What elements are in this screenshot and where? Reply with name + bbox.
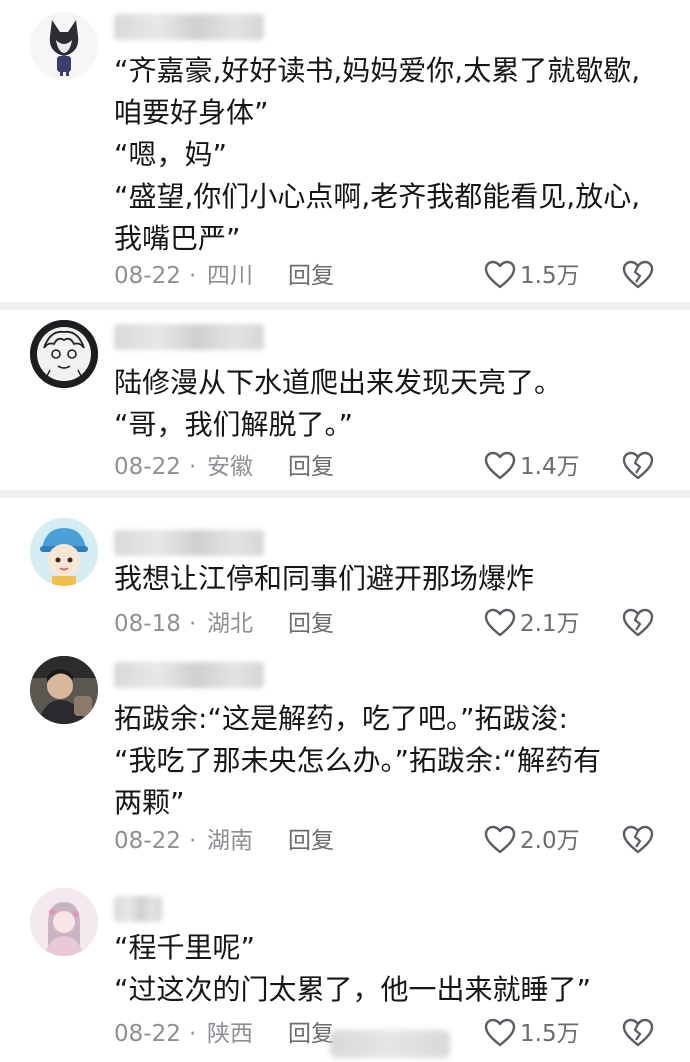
avatar[interactable] — [30, 656, 98, 724]
comment-item: 陆修漫从下水道爬出来发现天亮了。 “哥，我们解脱了。” 08-22 · 安徽 回… — [0, 310, 690, 490]
comment-location: 四川 — [207, 263, 253, 289]
meta-separator: · — [189, 263, 197, 289]
username[interactable] — [114, 324, 264, 350]
anime-sketch-avatar-icon — [30, 320, 98, 388]
comment-line: “齐嘉豪,好好读书,妈妈爱你,太累了就歇歇, — [114, 54, 641, 87]
username[interactable] — [114, 14, 264, 40]
like-count: 1.5万 — [520, 263, 580, 289]
comment-line: “程千里呢” — [114, 931, 256, 964]
blurred-watermark — [330, 1030, 450, 1058]
comment-location: 安徽 — [207, 454, 253, 480]
like-heart-icon[interactable] — [484, 608, 516, 638]
like-heart-icon[interactable] — [484, 260, 516, 290]
meta-separator: · — [189, 828, 197, 854]
comment-line: “哥，我们解脱了。” — [114, 408, 354, 441]
comment-text: “齐嘉豪,好好读书,妈妈爱你,太累了就歇歇, 咱要好身体” “嗯，妈” “盛望,… — [114, 50, 674, 260]
like-count: 1.5万 — [520, 1021, 580, 1047]
comment-meta: 08-18 · 湖北 回复 2.1万 — [114, 608, 674, 640]
comment-date: 08-22 — [114, 454, 181, 480]
comment-date: 08-22 — [114, 263, 181, 289]
comment-line: 我嘴巴严” — [114, 222, 241, 255]
dislike-broken-heart-icon[interactable] — [622, 451, 654, 481]
avatar[interactable] — [30, 320, 98, 388]
like-heart-icon[interactable] — [484, 825, 516, 855]
pink-girl-avatar-icon — [30, 888, 98, 956]
like-heart-icon[interactable] — [484, 451, 516, 481]
comment-location: 湖南 — [207, 828, 253, 854]
comment-line: 两颗” — [114, 786, 185, 819]
comment-line: 咱要好身体” — [114, 96, 269, 129]
comment-text: 拓跋余:“这是解药，吃了吧。”拓跋浚: “我吃了那未央怎么办。”拓跋余:“解药有… — [114, 698, 674, 824]
comment-item: “齐嘉豪,好好读书,妈妈爱你,太累了就歇歇, 咱要好身体” “嗯，妈” “盛望,… — [0, 0, 690, 300]
comment-meta: 08-22 · 四川 回复 1.5万 — [114, 260, 674, 292]
comment-feed: “齐嘉豪,好好读书,妈妈爱你,太累了就歇歇, 咱要好身体” “嗯，妈” “盛望,… — [0, 0, 690, 1062]
comment-item: 我想让江停和同事们避开那场爆炸 08-18 · 湖北 回复 2.1万 — [0, 498, 690, 648]
reply-button[interactable]: 回复 — [288, 451, 334, 483]
meta-separator: · — [189, 1021, 197, 1047]
dislike-broken-heart-icon[interactable] — [622, 825, 654, 855]
comment-line: “我吃了那未央怎么办。”拓跋余:“解药有 — [114, 744, 601, 777]
comment-text: 陆修漫从下水道爬出来发现天亮了。 “哥，我们解脱了。” — [114, 362, 674, 446]
separator — [0, 302, 690, 310]
avatar[interactable] — [30, 12, 98, 80]
avatar[interactable] — [30, 888, 98, 956]
comment-line: “嗯，妈” — [114, 138, 228, 171]
comment-line: 拓跋余:“这是解药，吃了吧。”拓跋浚: — [114, 702, 568, 735]
username[interactable] — [114, 662, 264, 688]
comment-date: 08-18 — [114, 611, 181, 637]
comment-text: “程千里呢” “过这次的门太累了，他一出来就睡了” — [114, 927, 674, 1011]
comment-line: “过这次的门太累了，他一出来就睡了” — [114, 973, 592, 1006]
comment-line: 我想让江停和同事们避开那场爆炸 — [114, 562, 535, 595]
cat-avatar-icon — [30, 12, 98, 80]
dislike-broken-heart-icon[interactable] — [622, 608, 654, 638]
comment-meta: 08-22 · 安徽 回复 1.4万 — [114, 451, 674, 483]
reply-button[interactable]: 回复 — [288, 825, 334, 857]
dislike-broken-heart-icon[interactable] — [622, 1018, 654, 1048]
comment-date: 08-22 — [114, 1021, 181, 1047]
comment-location: 陕西 — [207, 1021, 253, 1047]
comment-item: 拓跋余:“这是解药，吃了吧。”拓跋浚: “我吃了那未央怎么办。”拓跋余:“解药有… — [0, 648, 690, 870]
meta-separator: · — [189, 611, 197, 637]
comment-meta: 08-22 · 湖南 回复 2.0万 — [114, 825, 674, 857]
like-count: 1.4万 — [520, 454, 580, 480]
dislike-broken-heart-icon[interactable] — [622, 260, 654, 290]
username[interactable] — [114, 530, 264, 556]
meta-separator: · — [189, 454, 197, 480]
like-count: 2.0万 — [520, 828, 580, 854]
like-heart-icon[interactable] — [484, 1018, 516, 1048]
chibi-avatar-icon — [30, 518, 98, 586]
like-count: 2.1万 — [520, 611, 580, 637]
comment-line: 陆修漫从下水道爬出来发现天亮了。 — [114, 366, 563, 399]
username[interactable] — [114, 896, 162, 922]
comment-line: “盛望,你们小心点啊,老齐我都能看见,放心, — [114, 180, 641, 213]
avatar[interactable] — [30, 518, 98, 586]
photo-avatar-icon — [30, 656, 98, 724]
comment-date: 08-22 — [114, 828, 181, 854]
reply-button[interactable]: 回复 — [288, 608, 334, 640]
reply-button[interactable]: 回复 — [288, 260, 334, 292]
reply-button[interactable]: 回复 — [288, 1018, 334, 1050]
comment-text: 我想让江停和同事们避开那场爆炸 — [114, 558, 674, 600]
separator — [0, 490, 690, 498]
comment-location: 湖北 — [207, 611, 253, 637]
